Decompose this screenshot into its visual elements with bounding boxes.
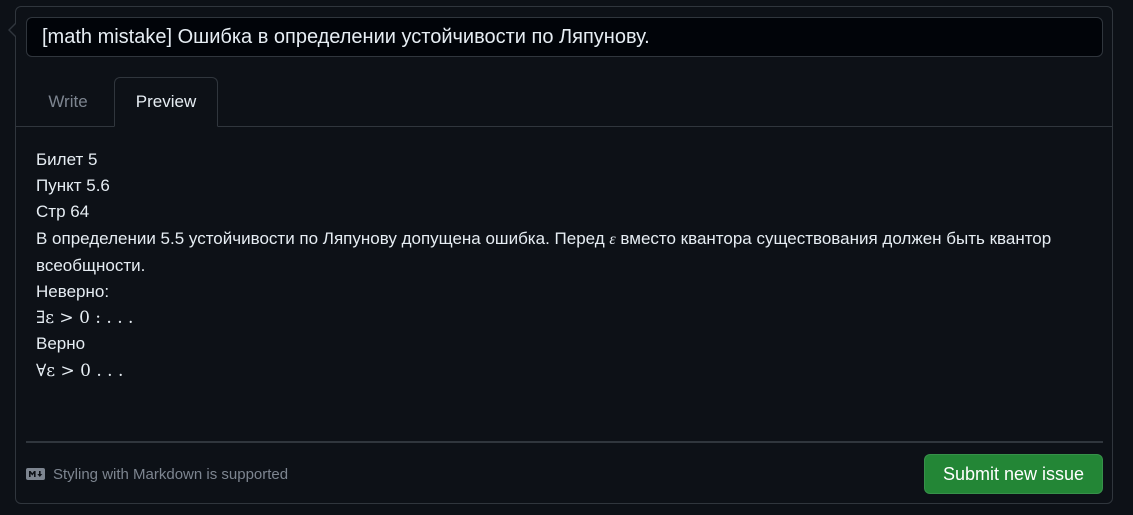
right-label: Верно bbox=[36, 334, 86, 354]
tab-preview-label: Preview bbox=[135, 92, 197, 111]
paragraph-text-before: В определении 5.5 устойчивости по Ляпуно… bbox=[36, 228, 610, 248]
submit-new-issue-button[interactable]: Submit new issue bbox=[924, 454, 1103, 494]
footer-divider bbox=[26, 441, 1103, 443]
preview-line-page: Стр 64 bbox=[36, 202, 90, 222]
markdown-icon bbox=[26, 468, 45, 480]
preview-content: Билет 5 Пункт 5.6 Стр 64 В определении 5… bbox=[36, 147, 1096, 384]
right-formula: ∀ε > 0 . . . bbox=[36, 360, 124, 381]
preview-line-item: Пункт 5.6 bbox=[36, 176, 110, 196]
wrong-label: Неверно: bbox=[36, 282, 110, 302]
comment-caret-inner bbox=[10, 23, 17, 37]
preview-paragraph: В определении 5.5 устойчивости по Ляпуно… bbox=[36, 226, 1096, 279]
issue-title-input[interactable] bbox=[26, 17, 1103, 57]
wrong-formula: ∃ε > 0 : . . . bbox=[36, 308, 134, 329]
preview-line-ticket: Билет 5 bbox=[36, 150, 98, 169]
tab-write-label: Write bbox=[48, 92, 88, 111]
tab-write[interactable]: Write bbox=[26, 77, 110, 127]
markdown-note[interactable]: Styling with Markdown is supported bbox=[26, 463, 288, 485]
markdown-note-text: Styling with Markdown is supported bbox=[53, 465, 289, 483]
tab-preview[interactable]: Preview bbox=[114, 77, 218, 127]
submit-button-label: Submit new issue bbox=[942, 463, 1085, 484]
